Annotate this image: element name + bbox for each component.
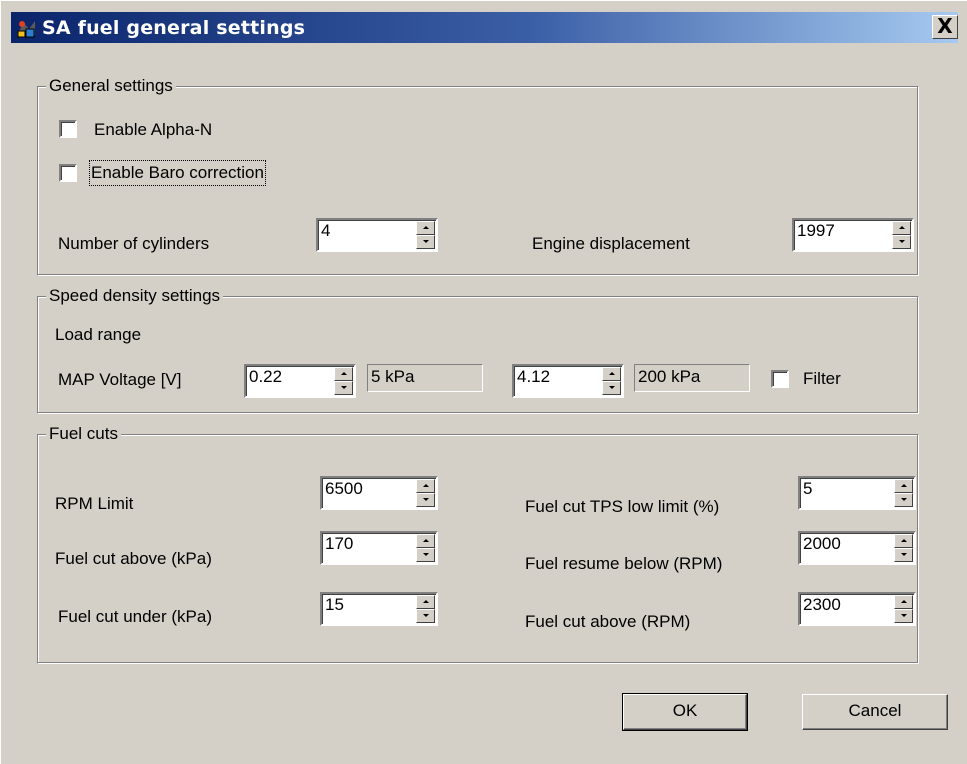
map-max-up-button[interactable] — [602, 367, 621, 381]
filter-label: Filter — [803, 369, 841, 388]
tps-low-limit-spinner[interactable]: 5 — [798, 476, 916, 510]
map-min-kpa-display: 5 kPa — [367, 364, 483, 392]
cut-above-rpm-up-button[interactable] — [894, 595, 913, 609]
resume-below-rpm-value[interactable]: 2000 — [803, 534, 841, 554]
tps-low-limit-down-button[interactable] — [894, 493, 913, 507]
cylinders-value[interactable]: 4 — [321, 221, 330, 241]
window-title: SA fuel general settings — [42, 17, 306, 39]
general-settings-label: General settings — [46, 76, 176, 96]
rpm-limit-up-button[interactable] — [416, 479, 435, 493]
cut-above-rpm-down-button[interactable] — [894, 609, 913, 623]
rpm-limit-spinner[interactable]: 6500 — [320, 476, 438, 510]
speed-density-label: Speed density settings — [46, 286, 224, 306]
map-min-voltage-spinner[interactable]: 0.22 — [244, 364, 356, 398]
resume-below-down-button[interactable] — [894, 548, 913, 562]
cut-above-kpa-label: Fuel cut above (kPa) — [55, 549, 212, 568]
cut-under-kpa-value[interactable]: 15 — [325, 595, 344, 615]
map-min-voltage-value[interactable]: 0.22 — [249, 367, 282, 387]
cut-above-rpm-value[interactable]: 2300 — [803, 595, 841, 615]
map-min-down-button[interactable] — [334, 381, 353, 395]
cancel-button[interactable]: Cancel — [802, 694, 948, 730]
map-max-kpa-display: 200 kPa — [634, 364, 750, 392]
cut-above-kpa-spinner[interactable]: 170 — [320, 531, 438, 565]
baro-correction-label: Enable Baro correction — [89, 160, 266, 186]
cut-under-kpa-up-button[interactable] — [416, 595, 435, 609]
resume-below-rpm-spinner[interactable]: 2000 — [798, 531, 916, 565]
alpha-n-checkbox[interactable] — [59, 120, 77, 138]
speed-density-group: Speed density settings — [37, 286, 919, 414]
rpm-limit-down-button[interactable] — [416, 493, 435, 507]
close-button[interactable]: X — [932, 15, 958, 39]
cut-above-kpa-value[interactable]: 170 — [325, 534, 353, 554]
cut-above-kpa-up-button[interactable] — [416, 534, 435, 548]
displacement-label: Engine displacement — [532, 234, 690, 253]
alpha-n-label: Enable Alpha-N — [94, 120, 213, 139]
ok-button[interactable]: OK — [622, 693, 748, 731]
baro-correction-checkbox[interactable] — [59, 164, 77, 182]
cylinders-spinner[interactable]: 4 — [316, 218, 438, 252]
cut-under-kpa-spinner[interactable]: 15 — [320, 592, 438, 626]
fuel-cuts-label: Fuel cuts — [46, 424, 121, 444]
displacement-spinner[interactable]: 1997 — [792, 218, 914, 252]
displacement-up-button[interactable] — [892, 221, 911, 235]
map-max-voltage-spinner[interactable]: 4.12 — [512, 364, 624, 398]
load-range-label: Load range — [55, 325, 142, 344]
map-min-up-button[interactable] — [334, 367, 353, 381]
cylinders-down-button[interactable] — [416, 235, 435, 249]
rpm-limit-value[interactable]: 6500 — [325, 479, 363, 499]
map-max-down-button[interactable] — [602, 381, 621, 395]
cylinders-up-button[interactable] — [416, 221, 435, 235]
app-icon — [17, 21, 35, 38]
map-max-voltage-value[interactable]: 4.12 — [517, 367, 550, 387]
displacement-value[interactable]: 1997 — [797, 221, 835, 241]
cut-above-kpa-down-button[interactable] — [416, 548, 435, 562]
resume-below-up-button[interactable] — [894, 534, 913, 548]
cut-under-kpa-label: Fuel cut under (kPa) — [58, 607, 213, 626]
displacement-down-button[interactable] — [892, 235, 911, 249]
cut-above-rpm-label: Fuel cut above (RPM) — [525, 612, 691, 631]
resume-below-rpm-label: Fuel resume below (RPM) — [525, 554, 723, 573]
tps-low-limit-label: Fuel cut TPS low limit (%) — [525, 497, 720, 516]
filter-checkbox[interactable] — [771, 370, 789, 388]
tps-low-limit-value[interactable]: 5 — [803, 479, 812, 499]
cut-above-rpm-spinner[interactable]: 2300 — [798, 592, 916, 626]
dialog-window: SA fuel general settings X General setti… — [0, 0, 967, 764]
title-bar[interactable]: SA fuel general settings X — [11, 12, 958, 43]
cylinders-label: Number of cylinders — [58, 234, 210, 253]
map-voltage-label: MAP Voltage [V] — [58, 370, 182, 389]
tps-low-limit-up-button[interactable] — [894, 479, 913, 493]
cut-under-kpa-down-button[interactable] — [416, 609, 435, 623]
rpm-limit-label: RPM Limit — [55, 494, 134, 513]
